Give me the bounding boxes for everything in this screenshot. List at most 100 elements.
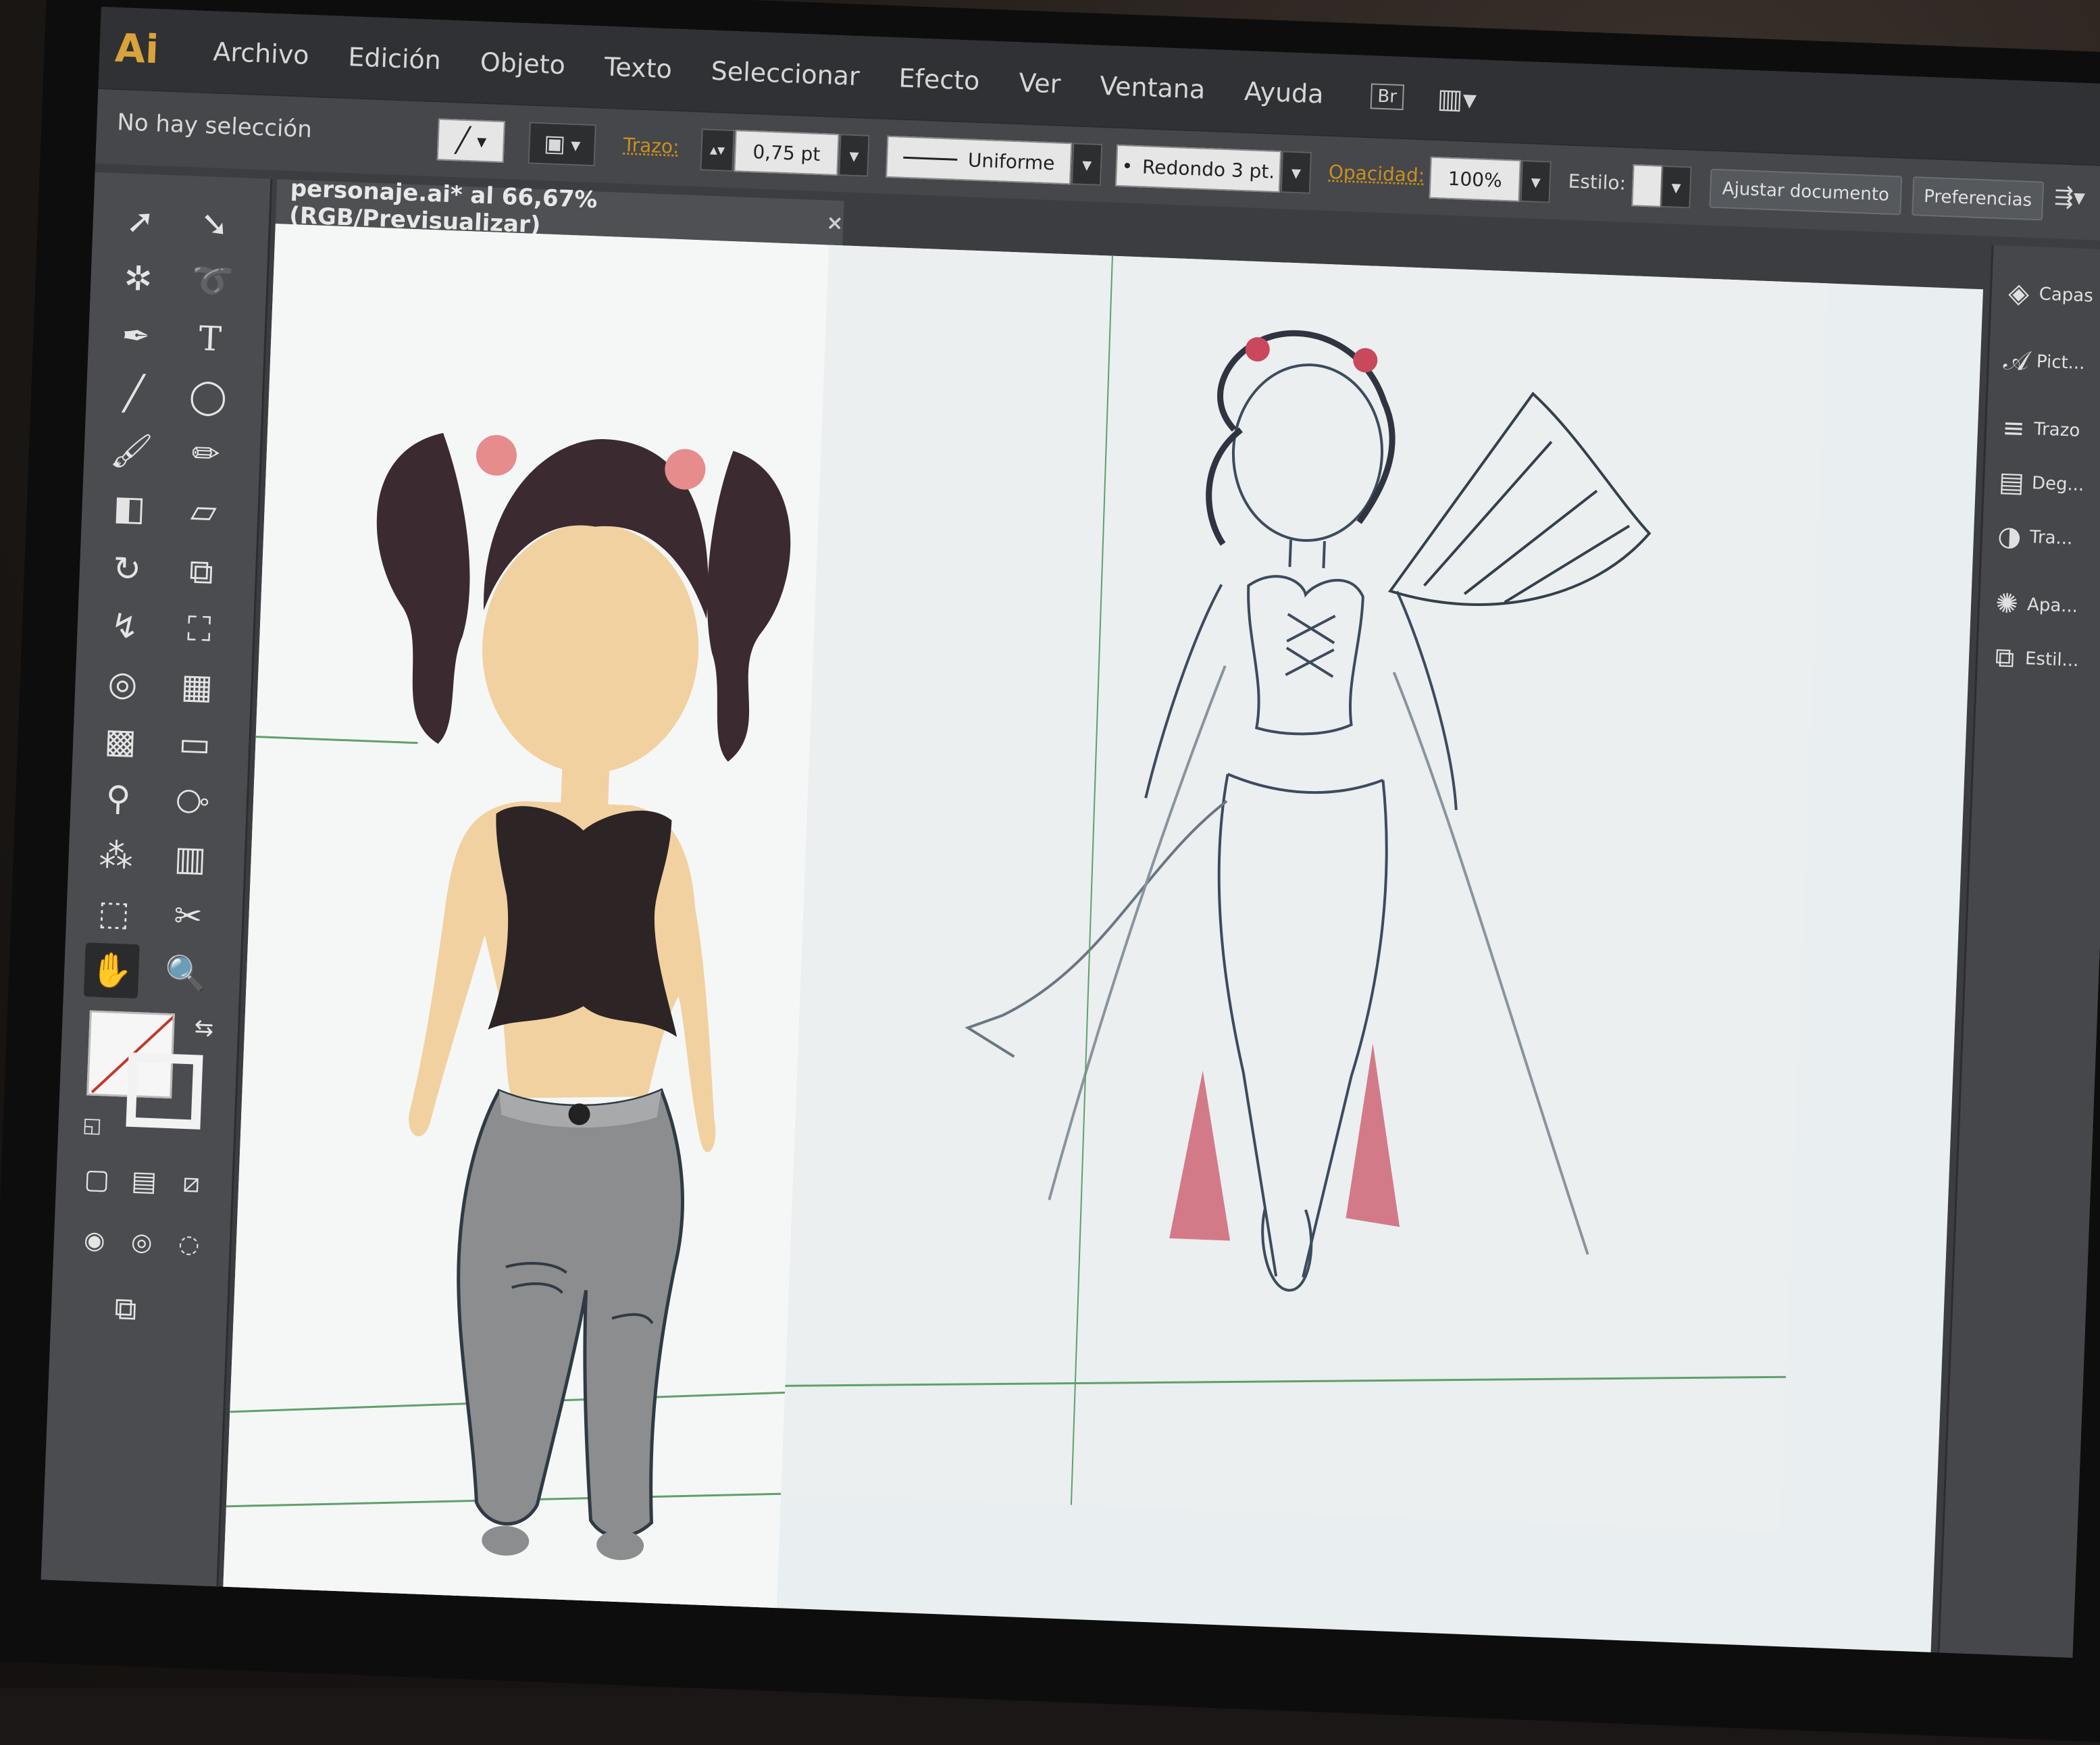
- stroke-label[interactable]: Trazo:: [623, 134, 680, 158]
- menu-texto[interactable]: Texto: [604, 52, 673, 84]
- workspace-switcher-icon[interactable]: ▥▾: [1437, 83, 1477, 116]
- panel-label: Pict...: [2036, 351, 2086, 374]
- eyedropper-icon[interactable]: ⚲: [91, 770, 147, 826]
- opacity-input[interactable]: 100%: [1429, 156, 1521, 202]
- warp-tool-icon[interactable]: ↯: [97, 599, 153, 655]
- direct-selection-tool-icon[interactable]: ➘: [186, 196, 242, 252]
- illustrator-window: Ai Archivo Edición Objeto Texto Seleccio…: [41, 7, 2100, 1658]
- preferences-button[interactable]: Preferencias: [1912, 176, 2045, 221]
- arrange-icon[interactable]: ⇶▾: [2054, 183, 2086, 211]
- menu-efecto[interactable]: Efecto: [898, 63, 980, 96]
- stroke-weight-input[interactable]: 0,75 pt: [734, 130, 840, 176]
- scale-tool-icon[interactable]: ⧉: [173, 544, 229, 600]
- gradient-tool-icon[interactable]: ▭: [167, 716, 223, 772]
- selection-tool-icon[interactable]: ➚: [112, 193, 168, 249]
- variable-width-profile[interactable]: Uniforme: [886, 135, 1073, 185]
- menu-objeto[interactable]: Objeto: [480, 47, 566, 80]
- panel-layers[interactable]: ◈ Capas: [1997, 265, 2100, 324]
- fill-swatch-dropdown[interactable]: ╱ ▾: [436, 118, 505, 163]
- hand-tool-icon[interactable]: ✋: [83, 942, 140, 999]
- menu-edicion[interactable]: Edición: [348, 42, 442, 75]
- pen-tool-icon[interactable]: ✒: [108, 308, 164, 364]
- perspective-grid-icon[interactable]: ▦: [169, 659, 225, 715]
- draw-inside-icon[interactable]: ◌: [161, 1216, 217, 1272]
- pencil-icon[interactable]: ✏: [178, 426, 234, 482]
- panel-stroke[interactable]: ≡ Trazo: [1993, 401, 2100, 459]
- panel-label: Capas: [2039, 284, 2094, 307]
- blend-tool-icon[interactable]: ⧂: [164, 774, 220, 830]
- gradient-icon: ▤: [1998, 466, 2025, 499]
- close-icon[interactable]: ×: [826, 211, 844, 235]
- line-tool-icon[interactable]: ╱: [106, 365, 162, 422]
- graphic-styles-icon: ⧉: [1994, 642, 2016, 674]
- stroke-weight-stepper[interactable]: ▴▾: [700, 128, 735, 172]
- document-setup-button[interactable]: Ajustar documento: [1709, 168, 1903, 216]
- screen-mode-icon[interactable]: ⧉: [98, 1281, 154, 1337]
- paintbrush-icon[interactable]: 🖌: [103, 423, 159, 479]
- mesh-tool-icon[interactable]: ▩: [93, 713, 149, 769]
- panel-transparency[interactable]: ◑ Tra...: [1988, 509, 2100, 567]
- profile-value: Uniforme: [967, 148, 1056, 174]
- artboard-1[interactable]: [222, 224, 829, 1616]
- opacity-label[interactable]: Opacidad:: [1328, 161, 1425, 186]
- menu-seleccionar[interactable]: Seleccionar: [711, 56, 861, 91]
- profile-line-icon: [903, 156, 958, 161]
- eraser-icon[interactable]: ▱: [176, 483, 232, 539]
- profile-dropdown[interactable]: ▾: [1071, 143, 1103, 186]
- menu-ventana[interactable]: Ventana: [1099, 71, 1206, 105]
- chevron-down-icon: ▾: [476, 130, 487, 153]
- pencil-sketch: [785, 255, 1786, 1505]
- panel-label: Tra...: [2029, 527, 2073, 549]
- vector-character[interactable]: [223, 224, 829, 1615]
- ellipse-tool-icon[interactable]: ◯: [180, 368, 236, 424]
- type-glyph-icon: 𝒜: [2003, 345, 2030, 377]
- menu-ver[interactable]: Ver: [1018, 68, 1061, 99]
- style-label: Estilo:: [1568, 170, 1627, 195]
- menu-archivo[interactable]: Archivo: [213, 36, 310, 70]
- panel-label: Estil...: [2024, 649, 2079, 672]
- column-graph-icon[interactable]: ▥: [162, 830, 218, 886]
- lasso-icon[interactable]: ➰: [184, 253, 240, 309]
- default-colors-icon[interactable]: ◱: [64, 1097, 120, 1153]
- panel-label: Apa...: [2026, 595, 2078, 617]
- symbol-sprayer-icon[interactable]: ⁂: [88, 828, 144, 884]
- fill-none-icon: ╱: [455, 126, 471, 155]
- artboard-tool-icon[interactable]: ⬚: [86, 885, 142, 941]
- none-mode-icon[interactable]: ⧄: [163, 1155, 220, 1211]
- magic-wand-icon[interactable]: ✲: [110, 251, 166, 307]
- panel-gradient[interactable]: ▤ Deg...: [1991, 455, 2100, 513]
- blob-brush-icon[interactable]: ◧: [101, 480, 157, 536]
- shape-builder-icon[interactable]: ◎: [95, 655, 151, 711]
- panel-label: Deg...: [2031, 473, 2084, 496]
- panel-graphic-styles[interactable]: ⧉ Estil...: [1984, 630, 2100, 689]
- brush-value: Redondo 3 pt.: [1142, 155, 1275, 183]
- stroke-swatch[interactable]: [126, 1052, 203, 1130]
- sketch-reference-image[interactable]: [781, 245, 1828, 1533]
- brush-dot-icon: •: [1121, 154, 1133, 178]
- selection-status: No hay selección: [116, 109, 313, 144]
- panel-label: Trazo: [2033, 419, 2080, 441]
- transparency-icon: ◑: [1997, 520, 2022, 553]
- stroke-swatch-dropdown[interactable]: ▣ ▾: [528, 122, 596, 167]
- rotate-tool-icon[interactable]: ↻: [99, 541, 155, 597]
- panel-glyphs[interactable]: 𝒜 Pict...: [1995, 333, 2100, 392]
- brush-dropdown[interactable]: ▾: [1280, 151, 1312, 194]
- swap-fill-stroke-icon[interactable]: ⇆: [176, 1000, 232, 1056]
- menu-ayuda[interactable]: Ayuda: [1244, 76, 1324, 109]
- app-logo: Ai: [113, 24, 160, 73]
- stroke-weight-dropdown[interactable]: ▾: [838, 134, 870, 177]
- bridge-button[interactable]: Br: [1370, 83, 1404, 111]
- chevron-down-icon: ▾: [570, 133, 581, 156]
- panel-appearance[interactable]: ✺ Apa...: [1986, 576, 2100, 635]
- opacity-dropdown[interactable]: ▾: [1520, 159, 1552, 203]
- style-dropdown[interactable]: ▾: [1660, 165, 1692, 209]
- canvas-area[interactable]: [222, 224, 1983, 1658]
- slice-tool-icon[interactable]: ✂: [160, 888, 216, 944]
- layers-icon: ◈: [2007, 277, 2030, 309]
- free-transform-icon[interactable]: ⛶: [171, 601, 227, 657]
- brush-definition[interactable]: • Redondo 3 pt.: [1115, 144, 1282, 193]
- style-swatch[interactable]: [1631, 164, 1663, 207]
- zoom-tool-icon[interactable]: 🔍: [158, 945, 214, 1001]
- stroke-box-icon: ▣: [543, 130, 566, 158]
- type-tool-icon[interactable]: T: [182, 311, 238, 367]
